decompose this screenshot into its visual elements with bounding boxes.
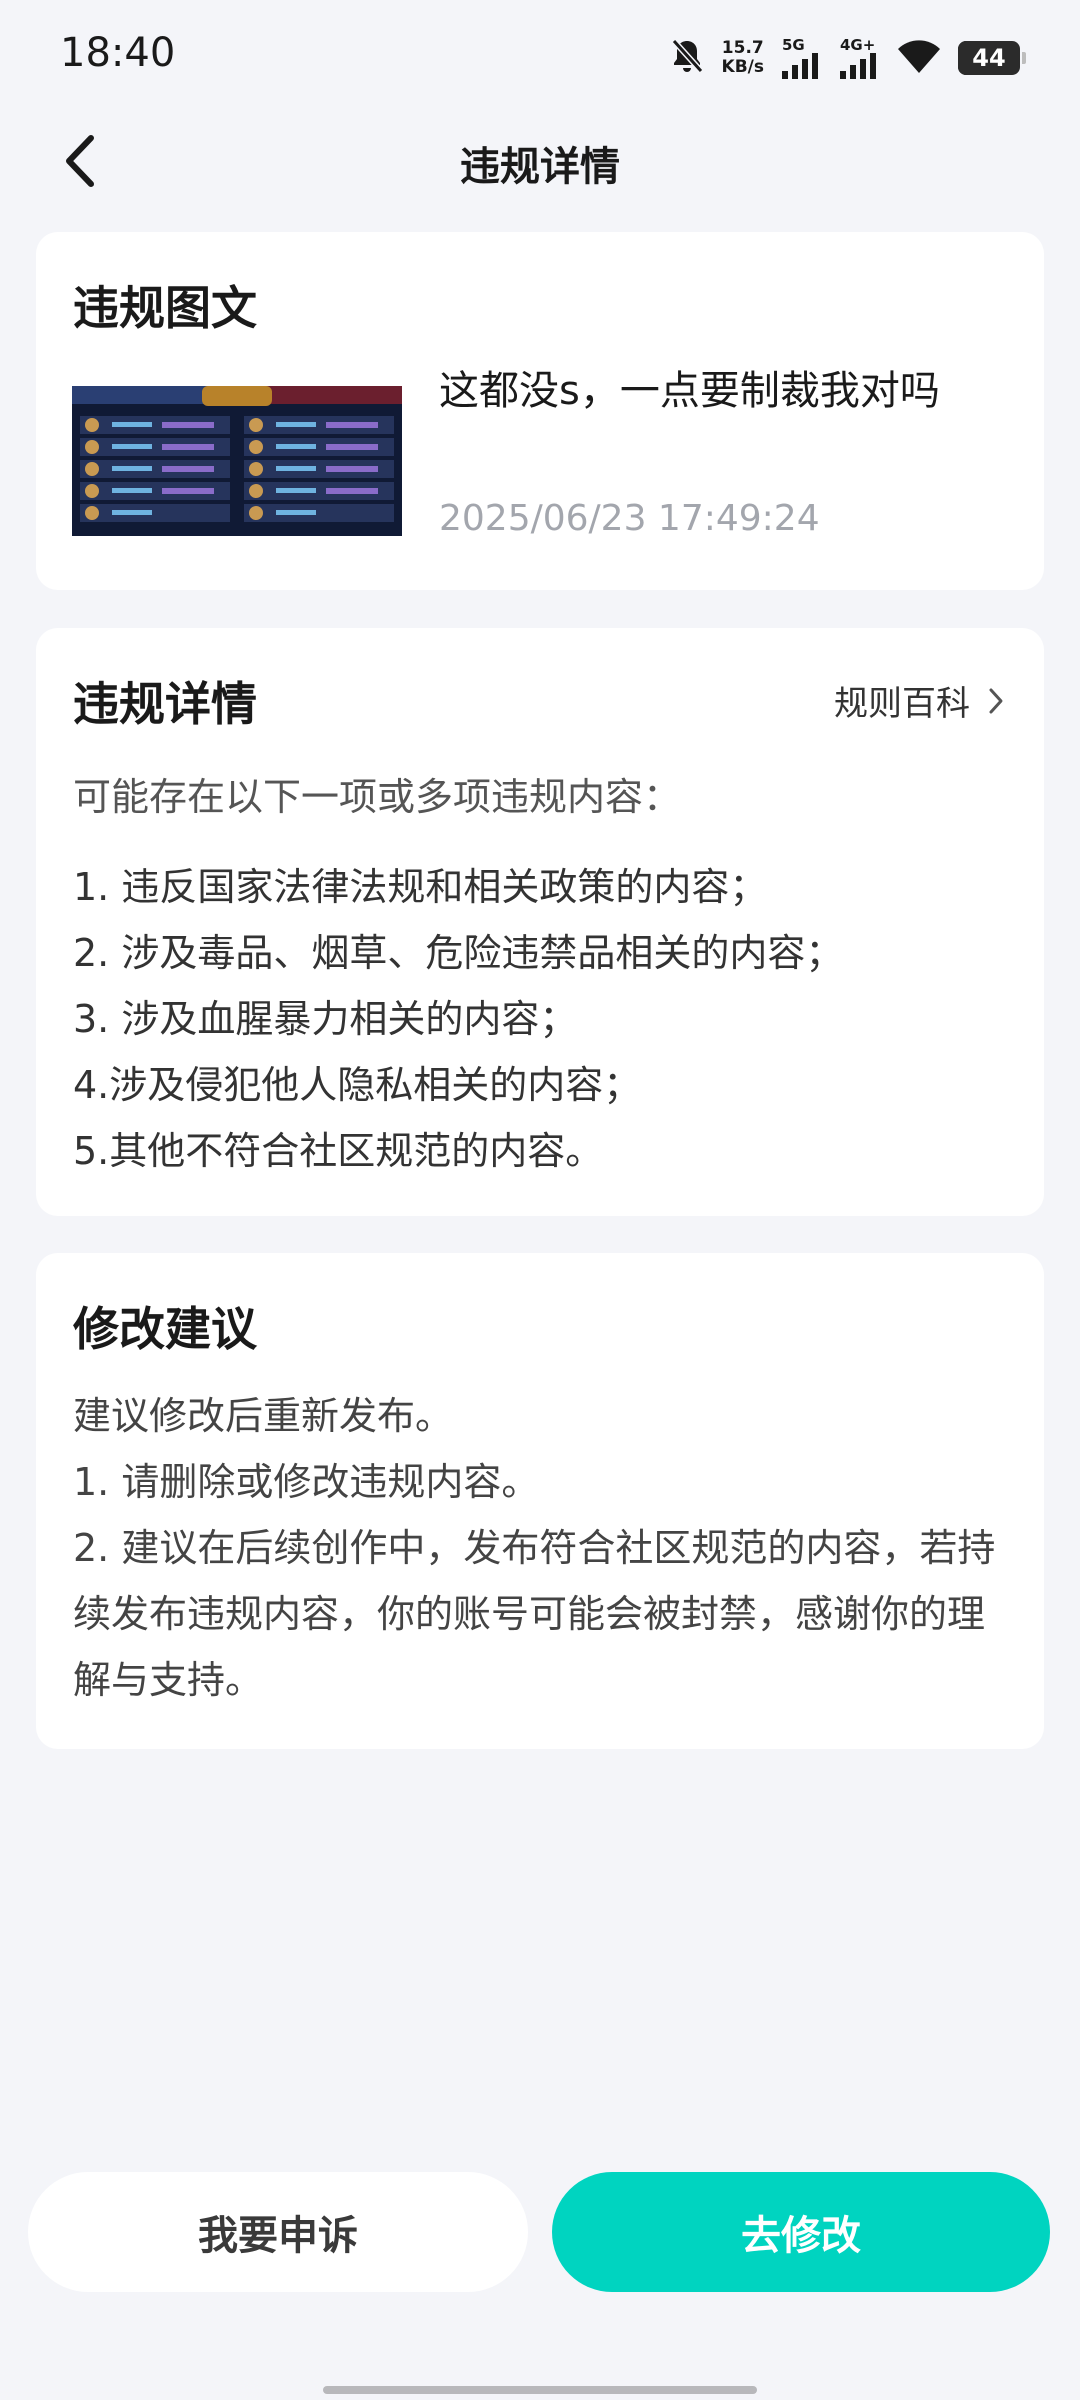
- suggestion-line: 1. 请删除或修改违规内容。: [73, 1460, 540, 1504]
- signal-icon: [782, 52, 818, 79]
- suggestion-card-title: 修改建议: [73, 1302, 257, 1356]
- signal-4g: 4G+: [840, 35, 880, 79]
- violation-item: 3. 涉及血腥暴力相关的内容；: [73, 997, 578, 1041]
- page-title: 违规详情: [460, 144, 620, 190]
- violation-list: 1. 违反国家法律法规和相关政策的内容； 2. 涉及毒品、烟草、危险违禁品相关的…: [73, 854, 843, 1184]
- suggestion-line: 建议修改后重新发布。: [73, 1394, 454, 1438]
- post-card: 违规图文 这都没s，一点要制裁我对吗 2025/06/23 17:49:24: [36, 232, 1044, 590]
- post-thumbnail[interactable]: [72, 386, 402, 536]
- violation-card-title: 违规详情: [73, 677, 257, 731]
- suggestion-card: 修改建议 建议修改后重新发布。 1. 请删除或修改违规内容。 2. 建议在后续创…: [36, 1253, 1044, 1749]
- signal-icon: [840, 52, 876, 79]
- chevron-right-icon: [989, 688, 1003, 713]
- signal-5g-label: 5G: [782, 35, 805, 54]
- status-icons: 15.7 KB/s 5G 4G+ 44: [670, 34, 1026, 82]
- violation-item: 1. 违反国家法律法规和相关政策的内容；: [73, 865, 768, 909]
- violation-item: 4.涉及侵犯他人隐私相关的内容；: [73, 1063, 642, 1107]
- wifi-icon: [898, 39, 940, 77]
- rules-wiki-link[interactable]: 规则百科: [834, 676, 1004, 725]
- battery-icon: 44: [958, 41, 1026, 75]
- battery-level: 44: [972, 44, 1006, 72]
- mute-bell-icon: [670, 37, 704, 79]
- signal-5g: 5G: [782, 35, 822, 79]
- post-timestamp: 2025/06/23 17:49:24: [439, 498, 820, 539]
- post-card-title: 违规图文: [73, 281, 257, 335]
- violation-intro: 可能存在以下一项或多项违规内容：: [73, 775, 682, 819]
- app-header: 违规详情: [0, 118, 1080, 204]
- violation-item: 2. 涉及毒品、烟草、危险违禁品相关的内容；: [73, 931, 844, 975]
- network-speed: 15.7 KB/s: [722, 39, 764, 77]
- violation-card: 违规详情 规则百科 可能存在以下一项或多项违规内容： 1. 违反国家法律法规和相…: [36, 628, 1044, 1216]
- suggestion-text: 建议修改后重新发布。 1. 请删除或修改违规内容。 2. 建议在后续创作中，发布…: [73, 1383, 1013, 1713]
- rules-wiki-label: 规则百科: [834, 684, 970, 724]
- status-bar: 18:40 15.7 KB/s 5G 4G+ 44: [0, 0, 1080, 118]
- network-speed-unit: KB/s: [721, 57, 764, 77]
- suggestion-line: 2. 建议在后续创作中，发布符合社区规范的内容，若持续发布违规内容，你的账号可能…: [73, 1526, 996, 1702]
- signal-4g-label: 4G+: [840, 35, 876, 54]
- post-text: 这都没s，一点要制裁我对吗: [439, 368, 940, 414]
- modify-button[interactable]: 去修改: [552, 2172, 1050, 2292]
- appeal-button[interactable]: 我要申诉: [28, 2172, 528, 2292]
- home-indicator[interactable]: [323, 2386, 757, 2394]
- status-time: 18:40: [60, 30, 176, 76]
- violation-item: 5.其他不符合社区规范的内容。: [73, 1129, 604, 1173]
- network-speed-value: 15.7: [721, 38, 764, 58]
